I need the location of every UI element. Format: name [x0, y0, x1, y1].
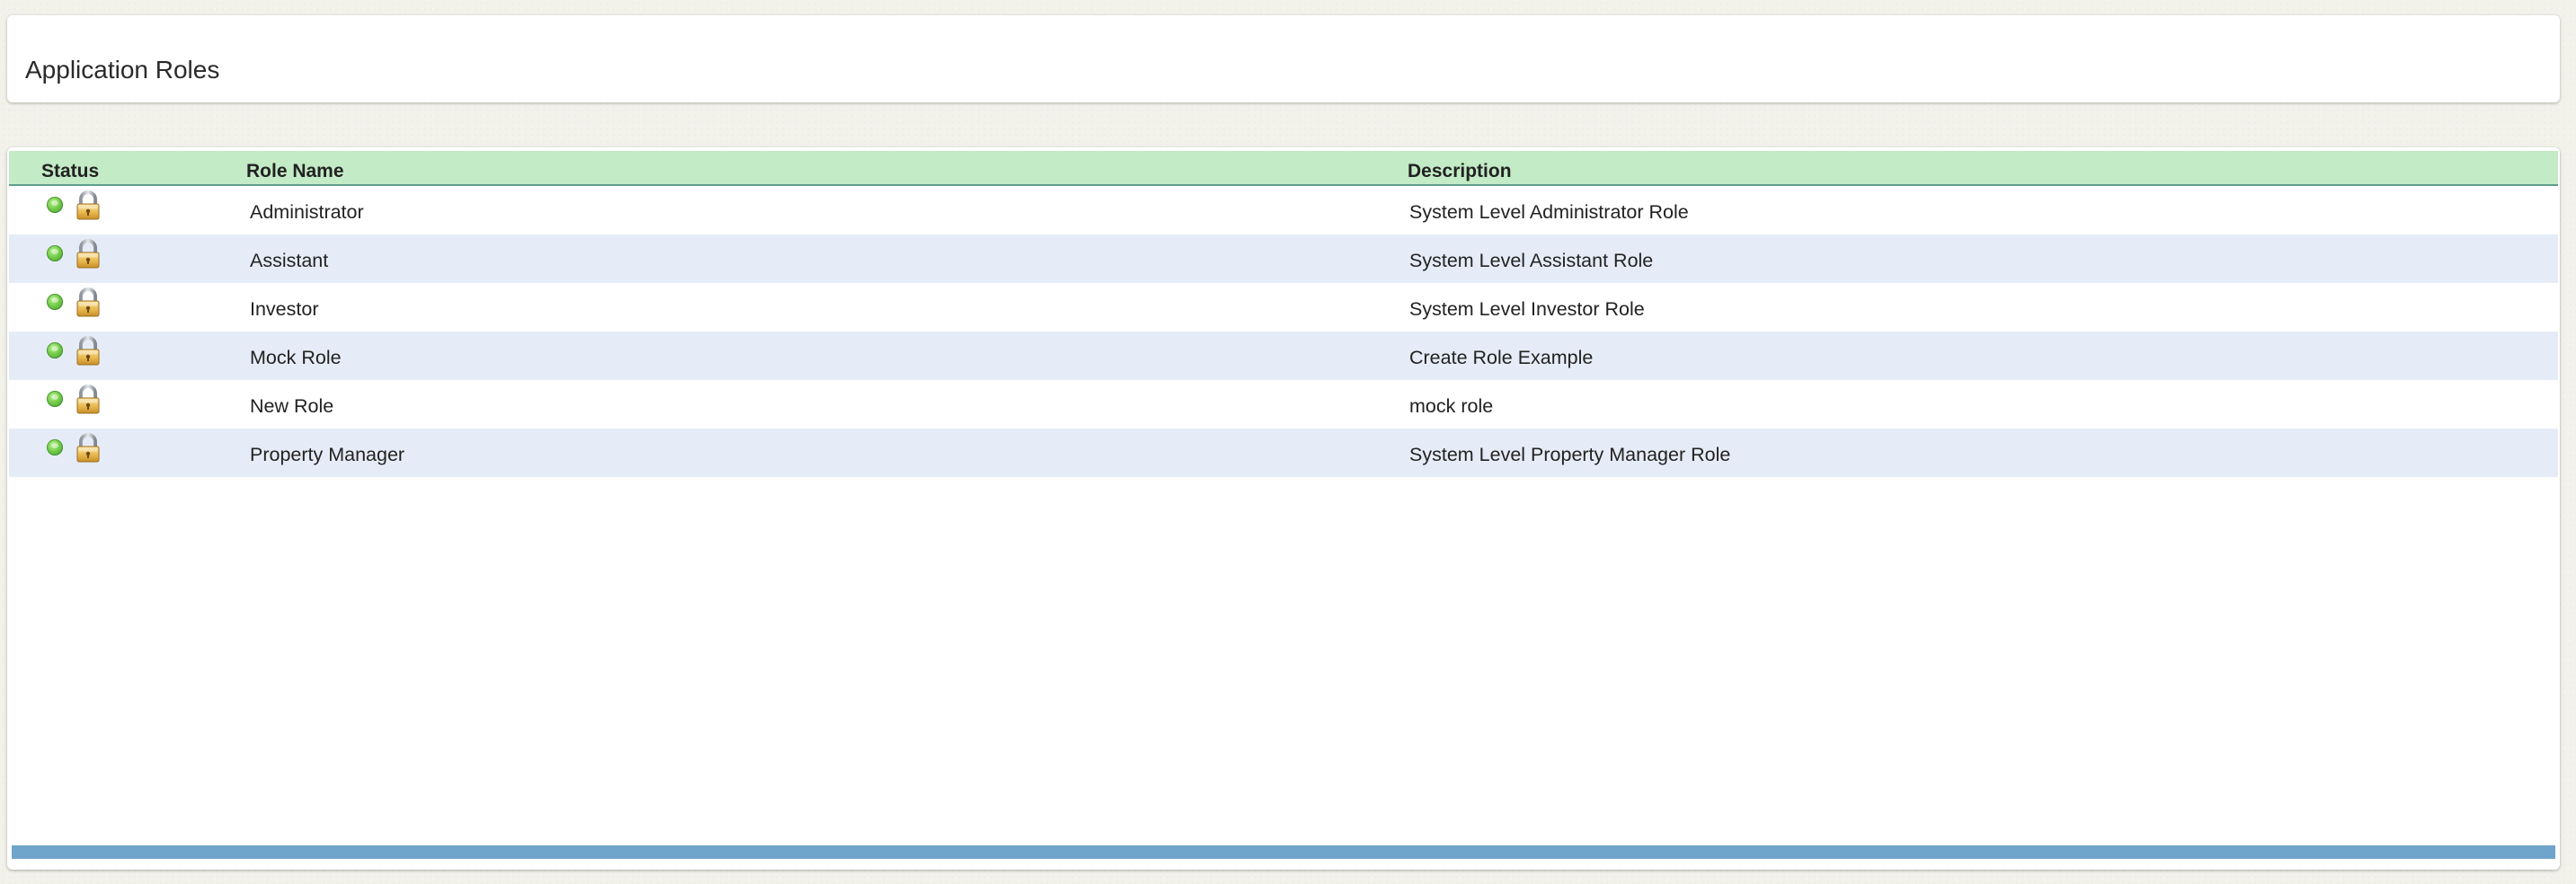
column-header-description[interactable]: Description	[1408, 161, 1512, 182]
table-row[interactable]: Investor System Level Investor Role	[9, 283, 2558, 332]
role-name-cell[interactable]: New Role	[250, 395, 333, 418]
role-name-cell[interactable]: Investor	[250, 298, 318, 321]
column-header-role-name[interactable]: Role Name	[246, 161, 344, 182]
grid-body: Administrator System Level Administrator…	[9, 186, 2558, 477]
lock-icon[interactable]	[75, 239, 102, 270]
description-cell: System Level Administrator Role	[1409, 201, 1689, 223]
role-name-cell[interactable]: Assistant	[250, 250, 328, 272]
lock-icon[interactable]	[75, 190, 102, 221]
page-title: Application Roles	[25, 56, 220, 84]
description-cell: System Level Assistant Role	[1409, 250, 1654, 271]
grid-footer-bar	[12, 845, 2555, 859]
table-row[interactable]: Mock Role Create Role Example	[9, 332, 2558, 380]
lock-icon[interactable]	[75, 385, 102, 415]
role-name-cell[interactable]: Administrator	[250, 201, 364, 224]
status-active-icon	[47, 439, 63, 455]
table-row[interactable]: Administrator System Level Administrator…	[9, 186, 2558, 234]
roles-grid: Status Role Name Description Administrat…	[7, 147, 2560, 870]
description-cell: System Level Property Manager Role	[1409, 444, 1731, 465]
description-cell: mock role	[1409, 395, 1494, 417]
status-active-icon	[47, 294, 63, 310]
title-panel: Application Roles	[7, 15, 2560, 102]
role-name-cell[interactable]: Property Manager	[250, 444, 404, 466]
table-row[interactable]: New Role mock role	[9, 380, 2558, 429]
status-active-icon	[47, 391, 63, 407]
description-cell: Create Role Example	[1409, 347, 1594, 368]
role-name-cell[interactable]: Mock Role	[250, 347, 342, 369]
status-active-icon	[47, 245, 63, 261]
lock-icon[interactable]	[75, 336, 102, 367]
description-cell: System Level Investor Role	[1409, 298, 1645, 320]
lock-icon[interactable]	[75, 433, 102, 464]
grid-header: Status Role Name Description	[9, 151, 2558, 186]
status-active-icon	[47, 197, 63, 213]
table-row[interactable]: Assistant System Level Assistant Role	[9, 234, 2558, 283]
status-active-icon	[47, 342, 63, 358]
lock-icon[interactable]	[75, 287, 102, 318]
column-header-status[interactable]: Status	[41, 161, 99, 182]
table-row[interactable]: Property Manager System Level Property M…	[9, 429, 2558, 477]
